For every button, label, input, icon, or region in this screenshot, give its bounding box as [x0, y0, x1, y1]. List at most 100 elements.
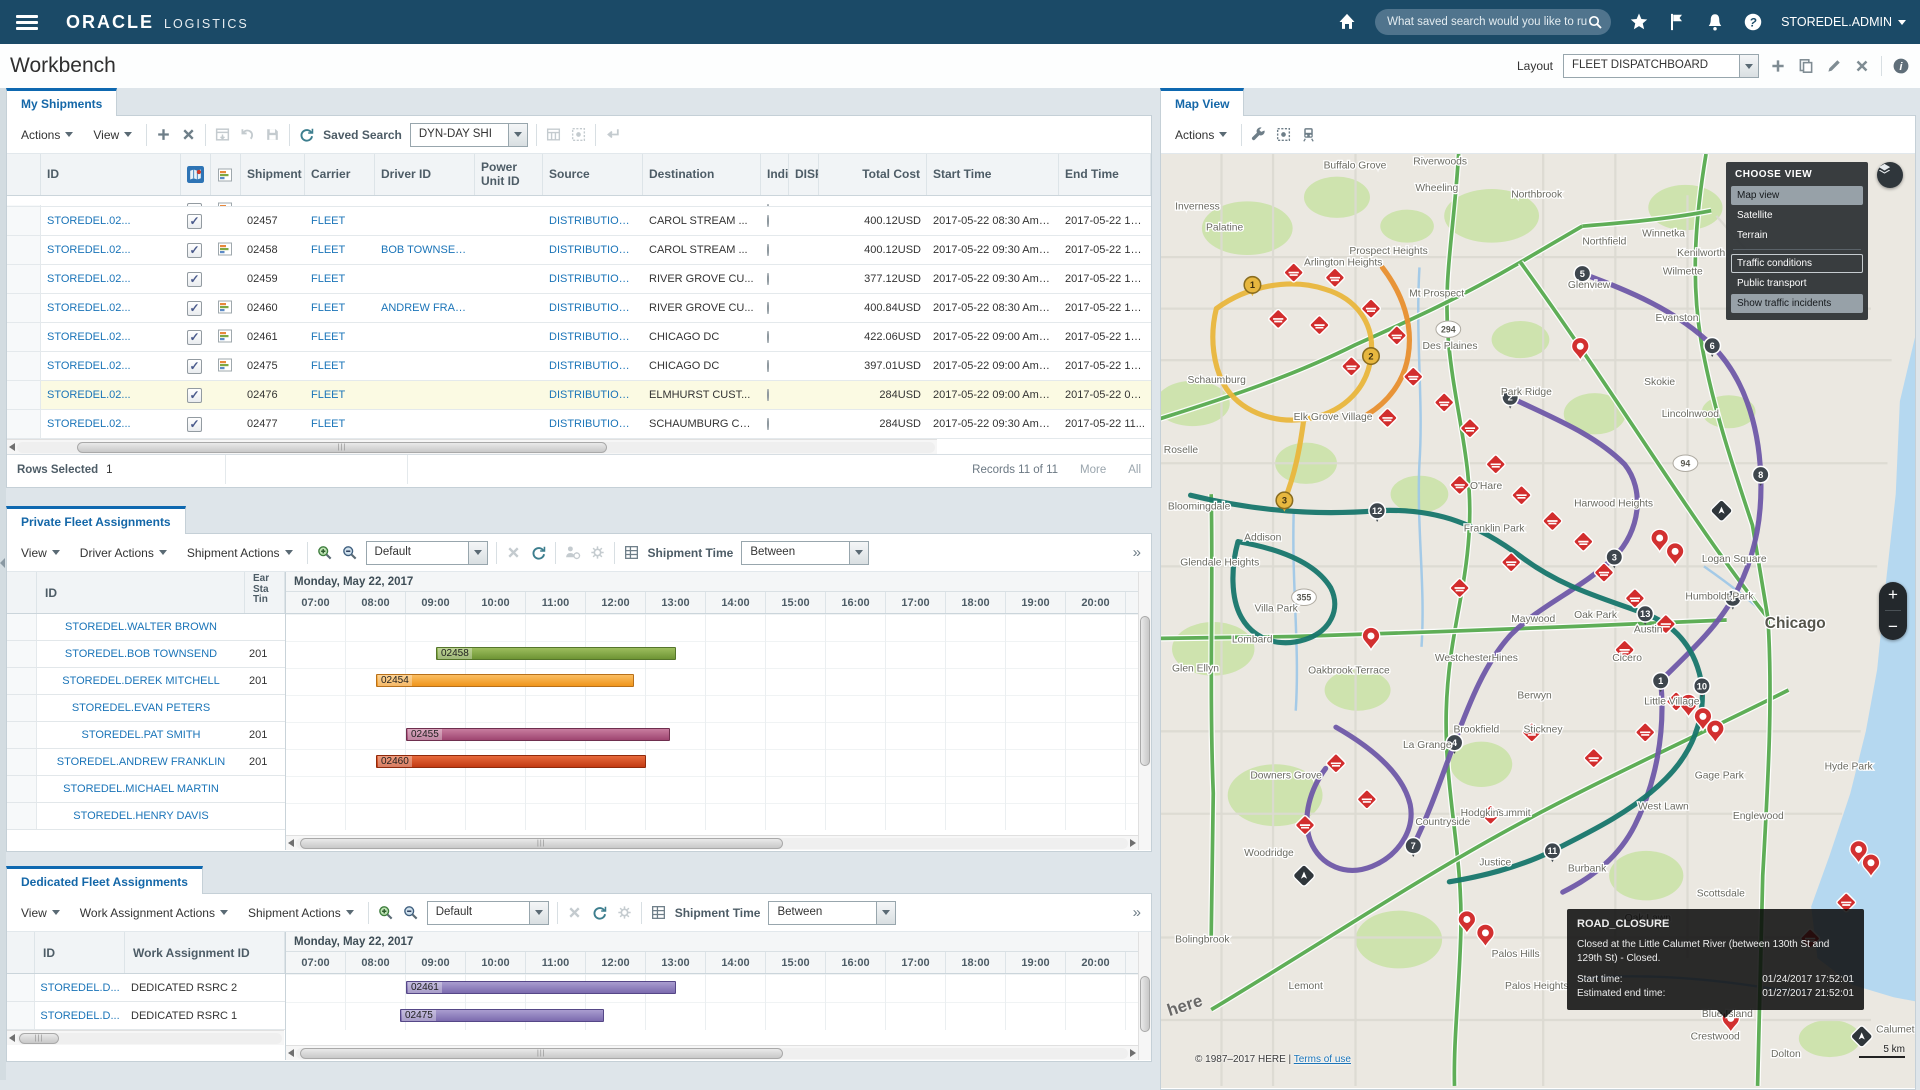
col-source[interactable]: Source — [543, 154, 643, 195]
carrier-link[interactable]: FLEET — [305, 215, 375, 227]
row-checkbox[interactable]: ✓ — [181, 388, 211, 403]
table-row[interactable]: STOREDEL.02...✓02461FLEETDISTRIBUTION CE… — [7, 323, 1151, 352]
carrier-link[interactable]: FLEET — [305, 273, 375, 285]
choose-view-item-terrain[interactable]: Terrain — [1731, 226, 1863, 245]
source-link[interactable]: DISTRIBUTION CE... — [543, 302, 643, 314]
shipment-id-link[interactable]: STOREDEL.02... — [41, 389, 181, 401]
gantt-bar[interactable]: 02461 — [406, 981, 676, 994]
table-row[interactable]: STOREDEL.02...✓02459FLEETDISTRIBUTION CE… — [7, 265, 1151, 294]
table-row[interactable]: STOREDEL.02...✓02457FLEETDISTRIBUTION CE… — [7, 207, 1151, 236]
choose-view-item-public-transport[interactable]: Public transport — [1731, 274, 1863, 293]
map-fit-view-icon[interactable] — [1275, 126, 1292, 143]
row-checkbox[interactable]: ✓ — [181, 214, 211, 229]
map-zoom-control[interactable]: + − — [1879, 582, 1907, 640]
pf-refresh-icon[interactable] — [530, 544, 547, 561]
source-link[interactable]: DISTRIBUTION CE... — [543, 389, 643, 401]
pf-gantt-hscrollbar[interactable]: ||| — [286, 835, 1138, 850]
undo-icon[interactable] — [239, 126, 256, 143]
indicator-cell[interactable] — [761, 389, 789, 401]
resource-id-link[interactable]: STOREDEL.D... — [35, 982, 125, 994]
pf-col-earliest-start[interactable]: EarStaTin — [245, 572, 285, 613]
gantt-bar[interactable]: 02460 — [376, 755, 646, 768]
source-link[interactable]: DISTRIBUTION CE... — [543, 331, 643, 343]
pf-preset-select[interactable]: Default — [366, 541, 488, 565]
pf-view-menu[interactable]: View — [15, 542, 66, 564]
table-row[interactable]: STOREDEL.02...✓02458FLEETBOB TOWNSENDDIS… — [7, 236, 1151, 265]
source-link[interactable]: DISTRIBUTION CE... — [543, 215, 643, 227]
table-view-icon[interactable] — [545, 126, 562, 143]
add-row-icon[interactable] — [155, 126, 172, 143]
driver-row[interactable]: STOREDEL.MICHAEL MARTIN — [7, 776, 285, 803]
map-canvas[interactable]: 2949435556891234710111213123Buffalo Grov… — [1161, 154, 1915, 1088]
col-indic[interactable]: Indic — [761, 154, 789, 195]
indicator-cell[interactable] — [761, 244, 789, 256]
table-row[interactable]: STOREDEL.02...✓02476FLEETDISTRIBUTION CE… — [7, 381, 1151, 410]
favorites-star-icon[interactable] — [1629, 12, 1649, 32]
pf-driver-actions-menu[interactable]: Driver Actions — [74, 542, 173, 564]
table-row[interactable]: STOREDEL.02...✓02477FLEETDISTRIBUTION CE… — [7, 410, 1151, 439]
driver-id-link[interactable]: STOREDEL.HENRY DAVIS — [37, 810, 245, 822]
tab-map-view[interactable]: Map View — [1160, 88, 1244, 116]
select-all-icon[interactable] — [570, 126, 587, 143]
layout-dropdown-button[interactable] — [1739, 55, 1758, 77]
detach-icon[interactable] — [214, 126, 231, 143]
df-col-id[interactable]: ID — [35, 932, 125, 973]
records-all-link[interactable]: All — [1128, 464, 1141, 476]
pf-grid-icon[interactable] — [623, 544, 640, 561]
pf-col-id[interactable]: ID — [37, 572, 245, 613]
driver-row[interactable]: STOREDEL.PAT SMITH201 — [7, 722, 285, 749]
driver-link[interactable]: ANDREW FRANKLIN — [375, 302, 475, 314]
source-link[interactable]: DISTRIBUTION CE... — [543, 273, 643, 285]
col-gantt[interactable] — [211, 154, 241, 195]
map-transit-icon[interactable] — [1300, 126, 1317, 143]
row-checkbox[interactable]: ✓ — [181, 243, 211, 258]
driver-id-link[interactable]: STOREDEL.BOB TOWNSEND — [37, 648, 245, 660]
view-menu-button[interactable]: View — [87, 124, 138, 146]
carrier-link[interactable]: FLEET — [305, 331, 375, 343]
table-row[interactable]: STOREDEL.02...✓02475FLEETDISTRIBUTION CE… — [7, 352, 1151, 381]
df-gantt-hscrollbar[interactable]: ||| — [286, 1045, 1138, 1060]
records-more-link[interactable]: More — [1080, 464, 1106, 476]
gantt-bar[interactable]: 02458 — [436, 647, 676, 660]
col-power-unit[interactable]: Power Unit ID — [475, 154, 543, 195]
df-work-assignment-actions-menu[interactable]: Work Assignment Actions — [74, 902, 234, 924]
source-link[interactable]: DISTRIBUTION CE... — [543, 418, 643, 430]
table-row[interactable]: STOREDEL.02...✓02460FLEETANDREW FRANKLIN… — [7, 294, 1151, 323]
pf-shipment-actions-menu[interactable]: Shipment Actions — [181, 542, 299, 564]
map-actions-menu[interactable]: Actions — [1169, 124, 1233, 146]
tab-my-shipments[interactable]: My Shipments — [6, 88, 117, 116]
gantt-bar[interactable]: 02475 — [400, 1009, 604, 1022]
map-select-icon[interactable] — [187, 164, 204, 185]
df-preset-select[interactable]: Default — [427, 901, 549, 925]
shipment-id-link[interactable]: STOREDEL.02... — [41, 360, 181, 372]
pf-clear-icon[interactable] — [505, 544, 522, 561]
map-tools-icon[interactable] — [1250, 126, 1267, 143]
driver-row[interactable]: STOREDEL.EVAN PETERS — [7, 695, 285, 722]
gantt-bar[interactable]: 02454 — [376, 674, 634, 687]
resource-id-link[interactable]: STOREDEL.D... — [35, 1010, 125, 1022]
indicator-cell[interactable] — [761, 302, 789, 314]
col-destination[interactable]: Destination — [643, 154, 761, 195]
resource-row[interactable]: STOREDEL.D...DEDICATED RSRC 1 — [7, 1002, 285, 1030]
source-link[interactable]: DISTRIBUTION CE... — [543, 244, 643, 256]
df-refresh-icon[interactable] — [591, 904, 608, 921]
driver-id-link[interactable]: STOREDEL.PAT SMITH — [37, 729, 245, 741]
pf-settings-gear-icon[interactable] — [589, 544, 606, 561]
col-total-cost[interactable]: Total Cost — [819, 154, 927, 195]
choose-view-item-traffic-conditions[interactable]: Traffic conditions — [1731, 254, 1863, 273]
driver-row[interactable]: STOREDEL.BOB TOWNSEND201 — [7, 641, 285, 668]
user-menu[interactable]: STOREDEL.ADMIN — [1781, 15, 1906, 29]
indicator-cell[interactable] — [761, 418, 789, 430]
indicator-cell[interactable] — [761, 215, 789, 227]
table-row-partial[interactable]: ✓ — [7, 196, 1151, 207]
actions-menu-button[interactable]: Actions — [15, 124, 79, 146]
carrier-link[interactable]: FLEET — [305, 418, 375, 430]
choose-view-item-show-traffic-incidents[interactable]: Show traffic incidents — [1731, 294, 1863, 313]
map-layers-button[interactable] — [1877, 162, 1903, 188]
carrier-link[interactable]: FLEET — [305, 360, 375, 372]
shipment-id-link[interactable]: STOREDEL.02... — [41, 302, 181, 314]
shipment-id-link[interactable]: STOREDEL.02... — [41, 215, 181, 227]
row-checkbox[interactable]: ✓ — [181, 272, 211, 287]
layout-select[interactable]: FLEET DISPATCHBOARD — [1563, 54, 1759, 78]
col-id[interactable]: ID — [41, 154, 181, 195]
